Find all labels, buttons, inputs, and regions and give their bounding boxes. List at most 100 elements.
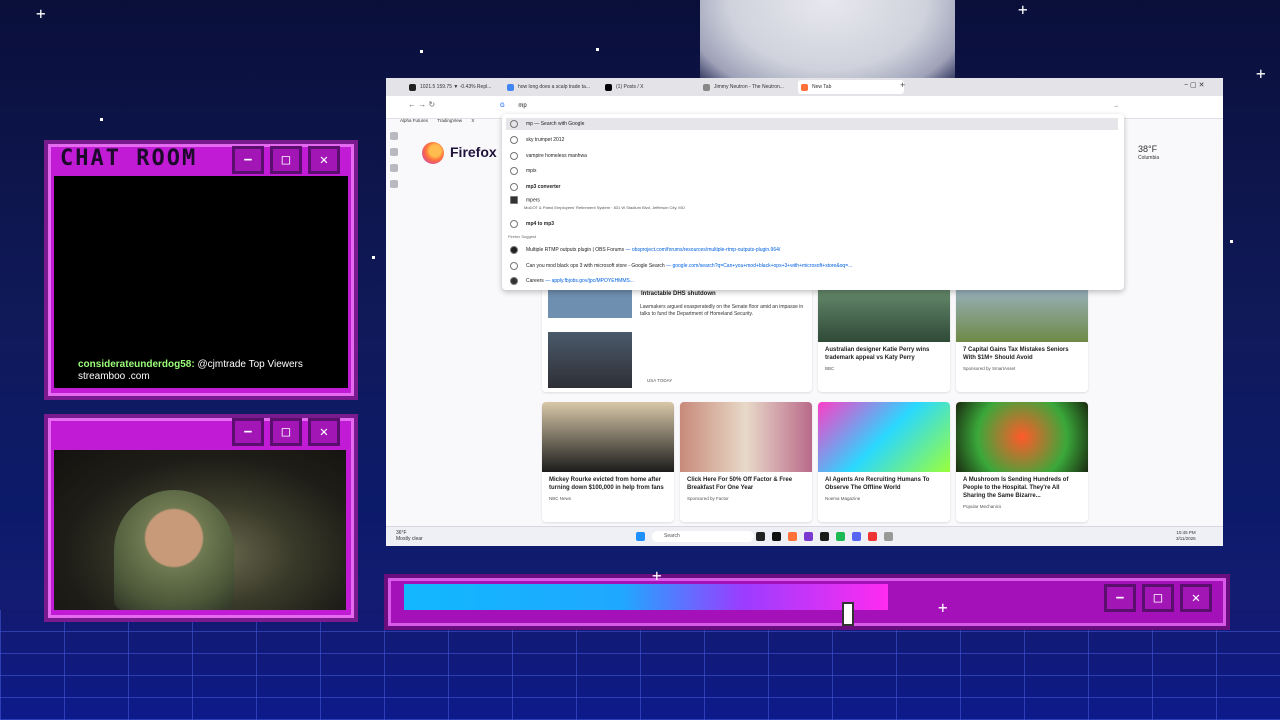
window-controls[interactable]: − ▢ ✕ <box>1184 81 1204 89</box>
bookmark[interactable]: Alpha Futures <box>400 118 428 123</box>
tradingview-icon[interactable] <box>772 532 781 541</box>
news-title: Click Here For 50% Off Factor & Free Bre… <box>687 477 793 491</box>
tab[interactable]: how long does a scalp trade ta... <box>504 80 610 94</box>
suggestion-item[interactable]: sky trumpet 2012 <box>506 134 1118 146</box>
news-source: Sponsored by SmartAsset <box>963 366 1016 371</box>
spotify-icon[interactable] <box>836 532 845 541</box>
news-card[interactable]: A Mushroom Is Sending Hundreds of People… <box>956 402 1088 522</box>
sparkle-icon: + <box>36 4 46 23</box>
firefox-logo-icon <box>422 142 444 164</box>
sparkle-icon: + <box>938 598 948 617</box>
tab-new-tab[interactable]: New Tab <box>798 80 904 94</box>
webcam-window-buttons: − □ ✕ <box>232 418 340 446</box>
news-title: Australian designer Katie Perry wins tra… <box>825 347 930 361</box>
page-icon <box>510 276 518 285</box>
suggestion-item[interactable]: mp3 converter <box>506 181 1118 193</box>
maximize-button[interactable]: □ <box>1142 584 1174 612</box>
news-source: USA TODAY <box>647 378 673 383</box>
sidebar-bookmarks-icon[interactable] <box>390 180 398 188</box>
clock[interactable]: 10:45 PM 3/11/2026 <box>1176 530 1196 542</box>
firefox-icon[interactable] <box>788 532 797 541</box>
tab[interactable]: 1021.5 159.75 ▼ -0.43% Repl... <box>406 80 512 94</box>
close-button[interactable]: ✕ <box>308 146 340 174</box>
history-item[interactable]: Careers — apply.fbjobs.gov/jpc/MPOYEHMMS… <box>506 275 1118 287</box>
tab[interactable]: (1) Posts / X <box>602 80 708 94</box>
search-icon <box>510 119 518 128</box>
news-card[interactable]: Mickey Rourke evicted from home after tu… <box>542 402 674 522</box>
minimize-button[interactable]: − <box>1104 584 1136 612</box>
news-card[interactable]: Click Here For 50% Off Factor & Free Bre… <box>680 402 812 522</box>
close-button[interactable]: ✕ <box>308 418 340 446</box>
taskbar: 36°F Mostly clear Search 10:45 PM 3/11/202… <box>386 526 1223 546</box>
maximize-button[interactable]: □ <box>270 418 302 446</box>
sidebar-ai-icon[interactable] <box>390 132 398 140</box>
maximize-button[interactable]: □ <box>270 146 302 174</box>
suggestion-item[interactable]: mpix <box>506 165 1118 177</box>
business-icon <box>510 196 518 204</box>
tab[interactable]: Jimmy Neutron - The Neutron... <box>700 80 806 94</box>
history-icon <box>510 135 518 144</box>
obs-icon <box>510 245 518 254</box>
news-source: Sponsored by Factor <box>687 496 729 501</box>
sparkle-icon: + <box>1018 0 1028 19</box>
weather-widget[interactable]: 38°F Columbia <box>1138 144 1159 161</box>
news-title: A Mushroom Is Sending Hundreds of People… <box>963 477 1069 499</box>
close-button[interactable]: ✕ <box>1180 584 1212 612</box>
bookmarks-bar: Alpha Futures TradingView X <box>386 118 474 128</box>
news-card[interactable]: AI Agents Are Recruiting Humans To Obser… <box>818 402 950 522</box>
suggestion-item[interactable]: mp4 to mp3 <box>506 218 1118 230</box>
firefox-icon <box>801 84 808 91</box>
history-icon <box>510 151 518 160</box>
x-icon <box>605 84 612 91</box>
tab-favicon-icon <box>703 84 710 91</box>
browser-window: 1021.5 159.75 ▼ -0.43% Repl... how long … <box>386 78 1223 546</box>
cursor-icon <box>842 602 854 626</box>
news-source: NBC News <box>549 496 572 501</box>
progress-bar <box>404 584 888 610</box>
star-decoration <box>100 118 103 121</box>
chat-body <box>54 176 348 388</box>
news-card[interactable]: Australian designer Katie Perry wins tra… <box>818 284 950 392</box>
nav-buttons[interactable]: ← → ↻ <box>408 100 435 109</box>
taskbar-search[interactable]: Search <box>652 531 754 542</box>
news-card[interactable]: 7 Capital Gains Tax Mistakes Seniors Wit… <box>956 284 1088 392</box>
sidebar-tabs-icon[interactable] <box>390 148 398 156</box>
news-image <box>680 402 812 472</box>
sidebar-history-icon[interactable] <box>390 164 398 172</box>
suggestion-item[interactable]: mpers MoDOT & Patrol Employees' Retireme… <box>506 196 1118 212</box>
obs-icon[interactable] <box>820 532 829 541</box>
discord-icon[interactable] <box>852 532 861 541</box>
bookmark[interactable]: TradingView <box>437 118 462 123</box>
url-bar[interactable]: G mp → <box>500 98 1125 114</box>
bookmark[interactable]: X <box>471 118 474 123</box>
go-arrow-icon[interactable]: → <box>1113 98 1119 114</box>
sparkle-icon: + <box>652 566 662 585</box>
news-image <box>956 284 1088 342</box>
news-card[interactable]: Intractable DHS shutdown Lawmakers argue… <box>542 284 812 392</box>
streamer-image <box>114 490 234 610</box>
settings-icon[interactable] <box>884 532 893 541</box>
new-tab-button[interactable]: + <box>900 80 905 90</box>
history-item[interactable]: Multiple RTMP outputs plugin | OBS Forum… <box>506 244 1118 256</box>
star-decoration <box>596 48 599 51</box>
history-item[interactable]: Can you mod black ops 3 with microsoft s… <box>506 260 1118 272</box>
app-icon[interactable] <box>868 532 877 541</box>
app-icon[interactable] <box>804 532 813 541</box>
minimize-button[interactable]: − <box>232 418 264 446</box>
star-decoration <box>420 50 423 53</box>
taskbar-weather[interactable]: 36°F Mostly clear <box>396 530 423 542</box>
search-icon <box>510 219 518 228</box>
taskview-icon[interactable] <box>756 532 765 541</box>
tab-strip: 1021.5 159.75 ▼ -0.43% Repl... how long … <box>386 78 1223 96</box>
firefox-wordmark: Firefox <box>450 144 497 160</box>
section-label: Firefox Suggest <box>508 234 537 239</box>
chat-message: considerateunderdog58: @cjmtrade Top Vie… <box>78 359 340 383</box>
news-source: Noema Magazine <box>825 496 861 501</box>
google-icon: G <box>500 103 505 109</box>
minimize-button[interactable]: − <box>232 146 264 174</box>
suggestion-item[interactable]: vampire homeless manhwa <box>506 150 1118 162</box>
star-decoration <box>372 256 375 259</box>
start-icon[interactable] <box>636 532 645 541</box>
news-image <box>548 288 632 318</box>
suggestion-item[interactable]: mp — Search with Google <box>506 118 1118 130</box>
